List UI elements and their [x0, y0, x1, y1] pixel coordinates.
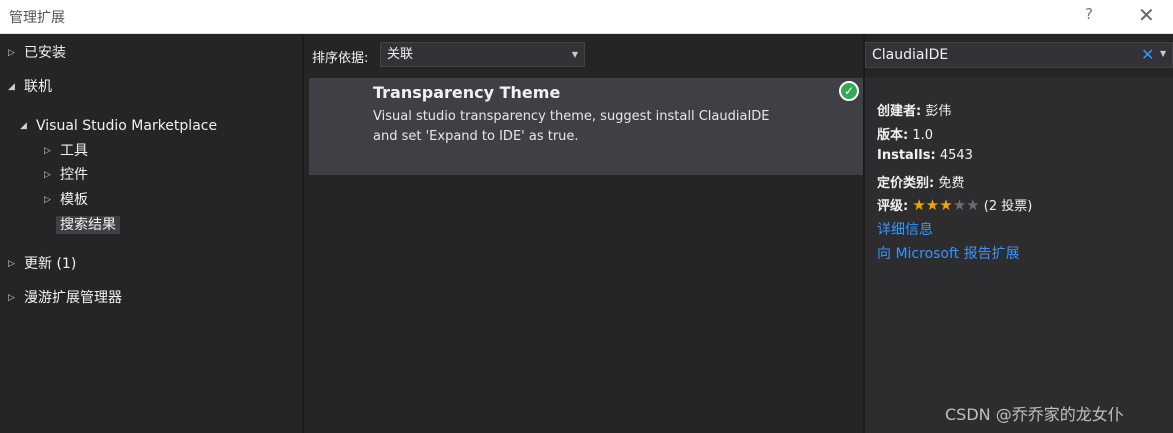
chevron-right-icon[interactable]: ▷: [44, 190, 60, 210]
dropdown-arrow-icon: ▼: [571, 50, 578, 59]
rating-stars: ★★★★★: [912, 196, 980, 214]
extension-description-line: Visual studio transparency theme, sugges…: [373, 109, 770, 124]
tree-item-label: 更新 (1): [24, 256, 77, 272]
rating-votes: (2 投票): [983, 199, 1033, 214]
version-label: 版本:: [877, 128, 909, 143]
report-row: 向 Microsoft 报告扩展: [877, 243, 1020, 263]
chevron-down-icon[interactable]: ◢: [20, 116, 36, 136]
tree-item-controls[interactable]: ▷ 控件: [44, 165, 88, 185]
tree-item-label: 联机: [24, 79, 52, 95]
results-panel: 排序依据: 关联 ▼ Transparency Theme Visual stu…: [305, 35, 865, 433]
extension-description: Visual studio transparency theme, sugges…: [373, 107, 833, 147]
help-icon[interactable]: ?: [1085, 5, 1093, 23]
category-tree: ▷ 已安装 ◢ 联机 ◢ Visual Studio Marketplace ▷ 工具 …: [0, 35, 301, 433]
star-filled-icon: ★: [912, 196, 926, 214]
more-info-row: 详细信息: [877, 219, 933, 239]
rating-row: 评级: ★★★★★ (2 投票): [877, 195, 1032, 214]
installs-label: Installs:: [877, 148, 936, 163]
chevron-right-icon[interactable]: ▷: [8, 288, 24, 308]
star-filled-icon: ★: [939, 196, 953, 214]
tree-item-marketplace[interactable]: ◢ Visual Studio Marketplace: [20, 116, 217, 136]
report-extension-link[interactable]: 向 Microsoft 报告扩展: [877, 246, 1020, 262]
tree-item-label: 模板: [60, 192, 88, 208]
check-circle-icon: ✓: [839, 81, 859, 101]
tree-item-tools[interactable]: ▷ 工具: [44, 141, 88, 161]
tree-item-label: 搜索结果: [56, 216, 120, 234]
installs-row: Installs: 4543: [877, 148, 973, 163]
tree-item-updates[interactable]: ▷ 更新 (1): [8, 254, 76, 274]
sort-dropdown[interactable]: 关联 ▼: [380, 42, 585, 67]
creator-value: 彭伟: [925, 104, 952, 119]
extension-description-line: and set 'Expand to IDE' as true.: [373, 129, 579, 144]
search-value: ClaudiaIDE: [872, 47, 949, 63]
tree-item-label: 工具: [60, 143, 88, 159]
tree-item-online[interactable]: ◢ 联机: [8, 77, 52, 97]
pricing-row: 定价类别: 免费: [877, 172, 964, 191]
clear-icon[interactable]: ✕: [1141, 45, 1154, 64]
chevron-right-icon[interactable]: ▷: [8, 254, 24, 274]
pricing-label: 定价类别:: [877, 176, 935, 191]
more-info-link[interactable]: 详细信息: [877, 222, 933, 238]
tree-item-templates[interactable]: ▷ 模板: [44, 190, 88, 210]
tree-item-label: 已安装: [24, 45, 66, 61]
title-bar: 管理扩展 ? ✕: [0, 0, 1173, 34]
star-empty-icon: ★: [966, 196, 980, 214]
creator-row: 创建者: 彭伟: [877, 100, 951, 119]
watermark: CSDN @乔乔家的龙女仆: [945, 405, 1124, 424]
tree-item-roaming[interactable]: ▷ 漫游扩展管理器: [8, 288, 122, 308]
sort-value: 关联: [387, 47, 414, 62]
dropdown-arrow-icon[interactable]: ▼: [1160, 49, 1166, 58]
tree-item-label: Visual Studio Marketplace: [36, 118, 218, 134]
star-filled-icon: ★: [925, 196, 940, 214]
rating-label: 评级:: [877, 199, 909, 214]
chevron-right-icon[interactable]: ▷: [8, 43, 24, 63]
chevron-right-icon[interactable]: ▷: [44, 141, 60, 161]
panel-divider[interactable]: [302, 35, 304, 433]
sort-label: 排序依据:: [312, 51, 369, 66]
search-input[interactable]: ClaudiaIDE ✕ ▼: [865, 42, 1173, 68]
star-empty-icon: ★: [952, 196, 967, 214]
tree-item-installed[interactable]: ▷ 已安装: [8, 43, 66, 63]
extension-title: Transparency Theme: [373, 83, 561, 102]
close-icon[interactable]: ✕: [1138, 3, 1155, 27]
version-value: 1.0: [912, 128, 934, 143]
tree-item-label: 控件: [60, 167, 88, 183]
tree-item-label: 漫游扩展管理器: [24, 290, 122, 306]
version-row: 版本: 1.0: [877, 124, 933, 143]
installs-value: 4543: [939, 148, 973, 163]
window-title: 管理扩展: [9, 10, 65, 26]
detail-area: 创建者: 彭伟 版本: 1.0 Installs: 4543 定价类别: 免费 …: [865, 78, 1173, 433]
chevron-down-icon[interactable]: ◢: [8, 77, 24, 97]
details-panel: ClaudiaIDE ✕ ▼ 创建者: 彭伟 版本: 1.0 Installs:…: [865, 35, 1173, 433]
tree-item-search-results[interactable]: 搜索结果: [56, 215, 120, 235]
extension-list-item[interactable]: Transparency Theme Visual studio transpa…: [309, 78, 863, 175]
creator-label: 创建者:: [877, 104, 922, 119]
chevron-right-icon[interactable]: ▷: [44, 165, 60, 185]
pricing-value: 免费: [938, 176, 965, 191]
